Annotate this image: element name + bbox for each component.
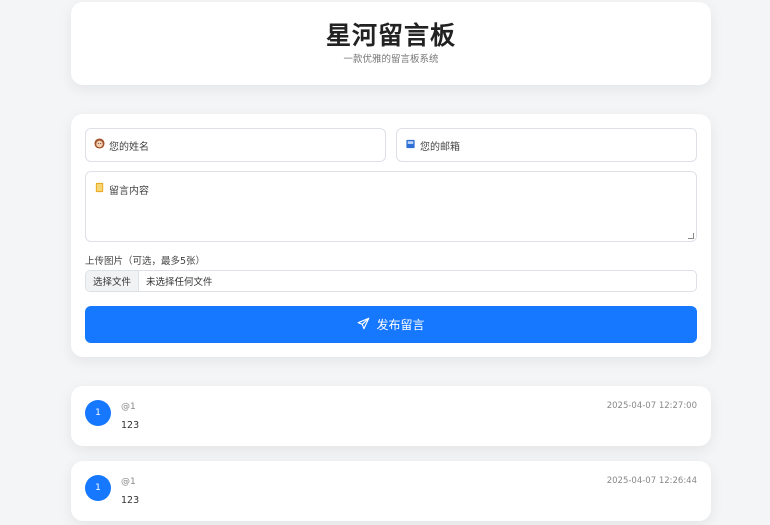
avatar: 1 xyxy=(85,400,111,426)
choose-file-button[interactable]: 选择文件 xyxy=(86,271,140,291)
email-input[interactable]: 您的邮箱 xyxy=(396,128,697,162)
header-card: 星河留言板 一款优雅的留言板系统 xyxy=(71,2,711,85)
message-user: @1 xyxy=(121,402,136,412)
resize-handle[interactable] xyxy=(688,233,694,239)
email-placeholder: 您的邮箱 xyxy=(420,141,460,153)
file-status: 未选择任何文件 xyxy=(146,277,213,288)
message-time: 2025-04-07 12:27:00 xyxy=(606,401,697,411)
submit-button[interactable]: 发布留言 xyxy=(85,306,697,343)
message-time: 2025-04-07 12:26:44 xyxy=(606,476,697,486)
page-subtitle: 一款优雅的留言板系统 xyxy=(343,54,439,65)
page-title: 星河留言板 xyxy=(325,21,456,50)
message-user: @1 xyxy=(121,477,136,487)
content-placeholder: 留言内容 xyxy=(109,186,149,197)
mailbox-icon xyxy=(405,138,416,152)
notebook-icon xyxy=(94,182,105,196)
message-form: 您的姓名 您的邮箱 留言内容 上传图片（可选，最多5张） 选择文件 未选择任何文… xyxy=(71,114,711,357)
upload-label: 上传图片（可选，最多5张） xyxy=(85,256,206,267)
message-text: 123 xyxy=(121,420,140,431)
avatar: 1 xyxy=(85,475,111,501)
name-input[interactable]: 您的姓名 xyxy=(85,128,386,162)
message-text: 123 xyxy=(121,495,140,506)
submit-label: 发布留言 xyxy=(376,318,425,332)
message-card: 1 @1 2025-04-07 12:26:44 123 xyxy=(71,461,711,521)
send-icon xyxy=(357,317,370,333)
file-input[interactable]: 选择文件 未选择任何文件 xyxy=(85,270,697,292)
message-card: 1 @1 2025-04-07 12:27:00 123 xyxy=(71,386,711,446)
content-textarea[interactable]: 留言内容 xyxy=(85,171,697,242)
person-icon xyxy=(94,138,105,152)
name-placeholder: 您的姓名 xyxy=(109,141,149,153)
